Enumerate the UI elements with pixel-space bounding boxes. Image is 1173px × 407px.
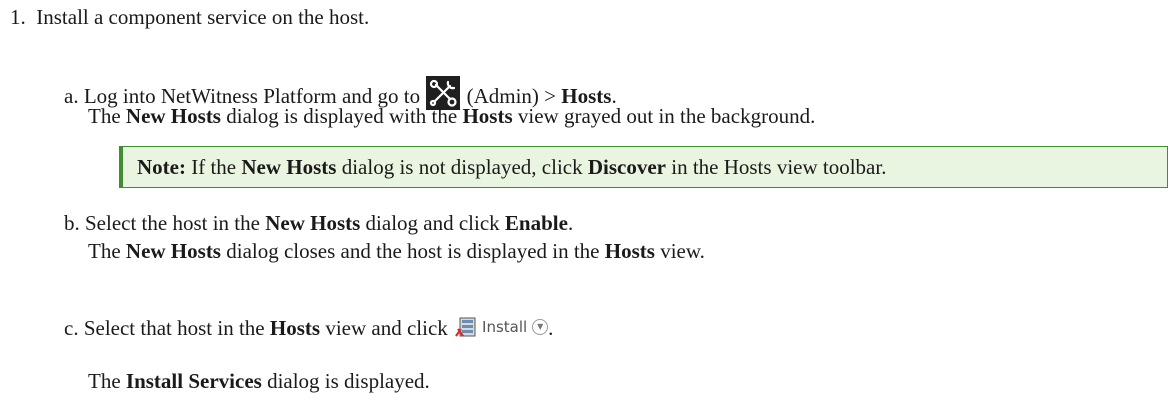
- step-a-result: The New Hosts dialog is displayed with t…: [88, 103, 815, 129]
- result-text: dialog is displayed with the: [220, 104, 463, 128]
- install-services-label: Install Services: [125, 369, 262, 393]
- hosts-label: Hosts: [604, 239, 655, 263]
- new-hosts-label: New Hosts: [265, 211, 361, 235]
- result-text: view grayed out in the background.: [512, 104, 816, 128]
- step-text: dialog and click: [360, 211, 505, 235]
- step-text: Select the host in the: [85, 211, 266, 235]
- step-text: Select that host in the: [83, 316, 270, 340]
- step-text: view and click: [320, 316, 454, 340]
- server-install-icon: [455, 317, 476, 337]
- step-c-result: The Install Services dialog is displayed…: [88, 368, 430, 394]
- enable-label: Enable: [504, 211, 568, 235]
- result-text: The: [88, 104, 126, 128]
- note-label: Note:: [137, 155, 186, 179]
- new-hosts-label: New Hosts: [125, 239, 221, 263]
- result-text: view.: [654, 239, 705, 263]
- step-b-result: The New Hosts dialog closes and the host…: [88, 238, 705, 264]
- step-letter: b.: [64, 211, 80, 235]
- step-text: Install a component service on the host.: [36, 5, 370, 29]
- step-1: 1. Install a component service on the ho…: [10, 4, 369, 30]
- result-text: The: [88, 239, 126, 263]
- hosts-label: Hosts: [269, 316, 321, 340]
- note-part: in the Hosts view toolbar.: [665, 155, 887, 179]
- note-box: Note: If the New Hosts dialog is not dis…: [119, 146, 1168, 188]
- step-number: 1.: [10, 5, 26, 29]
- step-c: c. Select that host in the Hosts view an…: [64, 314, 553, 341]
- punct: .: [567, 211, 574, 235]
- punct: .: [548, 316, 554, 340]
- result-text: dialog is displayed.: [261, 369, 430, 393]
- result-text: The: [88, 369, 126, 393]
- discover-label: Discover: [587, 155, 666, 179]
- new-hosts-label: New Hosts: [241, 155, 337, 179]
- note-text: Note: If the New Hosts dialog is not dis…: [137, 154, 886, 180]
- step-letter: c.: [64, 316, 79, 340]
- result-text: dialog closes and the host is displayed …: [220, 239, 605, 263]
- note-part: dialog is not displayed, click: [336, 155, 588, 179]
- new-hosts-label: New Hosts: [125, 104, 221, 128]
- step-letter: a.: [64, 84, 79, 108]
- chevron-down-circle-icon: ▼: [532, 319, 549, 335]
- hosts-label: Hosts: [462, 104, 513, 128]
- note-part: If the: [185, 155, 242, 179]
- step-b: b. Select the host in the New Hosts dial…: [64, 210, 573, 236]
- install-label: Install: [482, 318, 528, 336]
- install-button: Install ▼: [455, 314, 549, 340]
